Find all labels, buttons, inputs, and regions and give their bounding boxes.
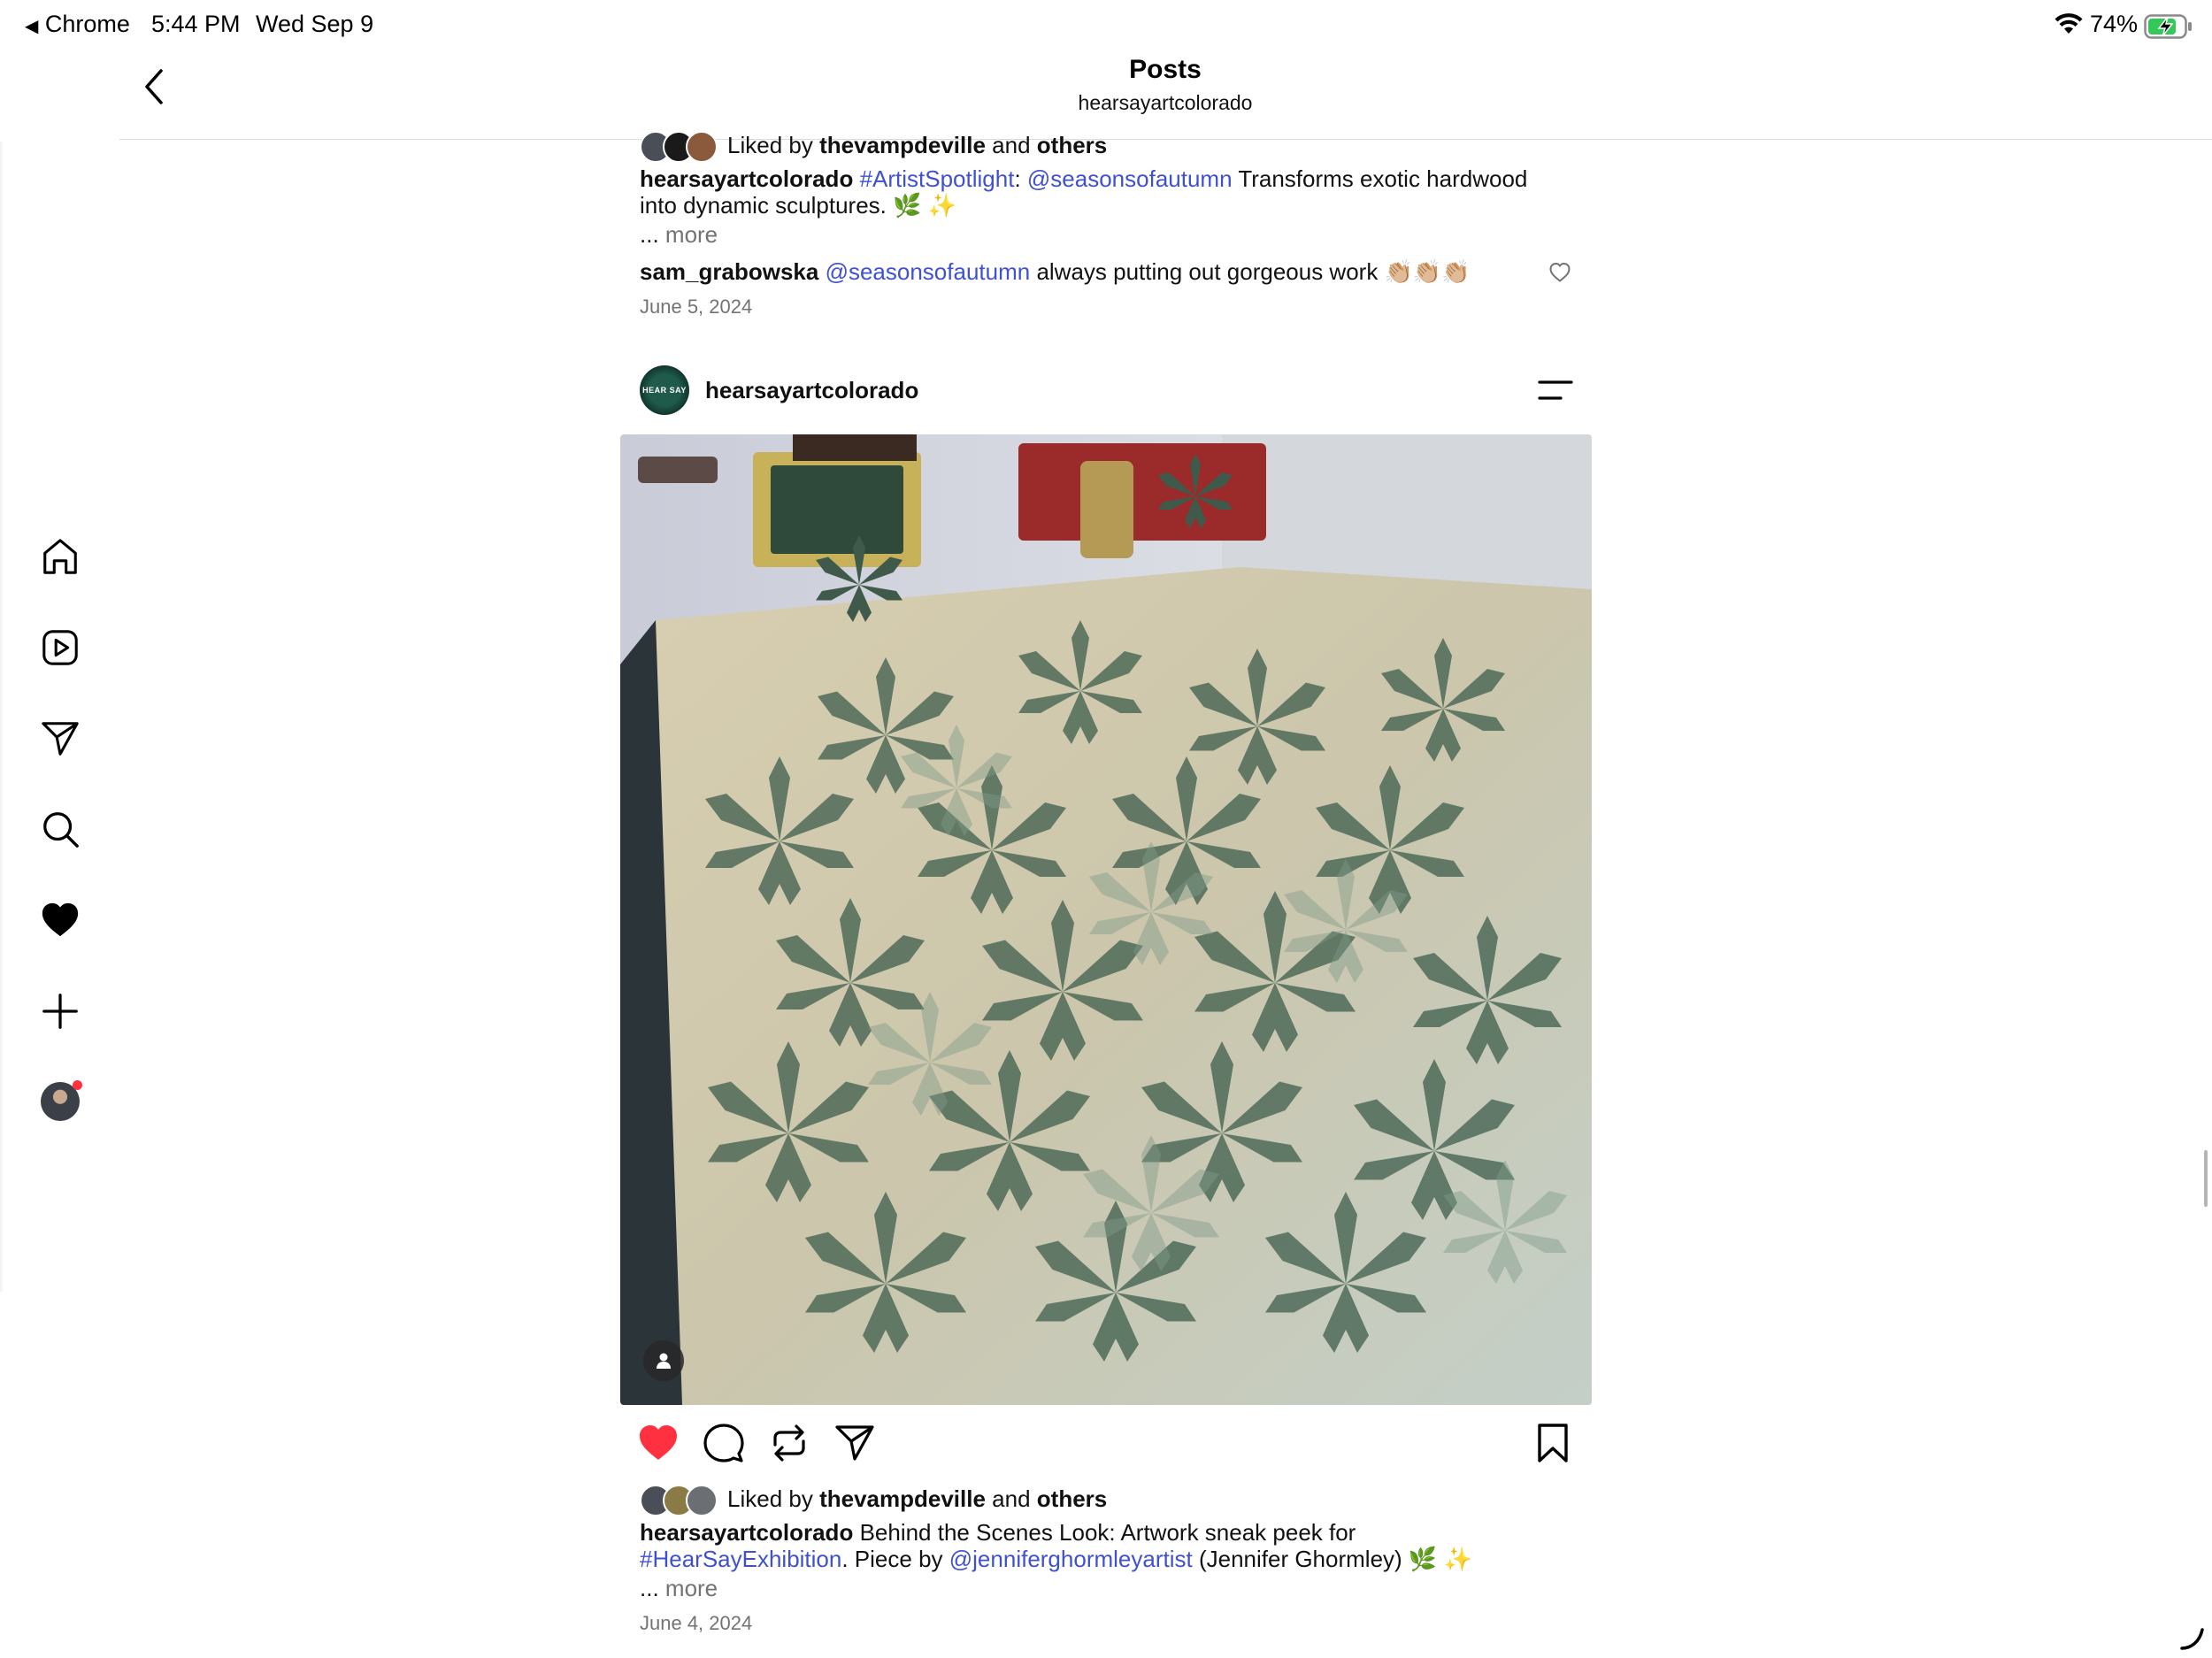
liked-by-others-link[interactable]: others xyxy=(1037,1485,1107,1512)
send-icon xyxy=(42,722,79,756)
leaf-print-artwork xyxy=(620,434,1592,1405)
plus-icon xyxy=(42,994,78,1029)
notification-dot xyxy=(73,1080,82,1090)
reels-icon xyxy=(42,630,78,665)
more-link[interactable]: more xyxy=(665,1575,718,1601)
sidebar-item-search[interactable] xyxy=(39,808,81,850)
save-button[interactable] xyxy=(1532,1422,1574,1469)
caption-more[interactable]: ... more xyxy=(640,1575,718,1602)
comment-like-button[interactable] xyxy=(1549,262,1571,288)
post-date: June 5, 2024 xyxy=(640,296,753,318)
liked-by-user-link[interactable]: thevampdeville xyxy=(819,1485,986,1512)
status-time: 5:44 PM xyxy=(151,11,241,37)
repost-button[interactable] xyxy=(768,1422,810,1469)
sidebar-item-activity[interactable] xyxy=(39,899,81,941)
wifi-icon xyxy=(2055,12,2083,42)
post-options-button[interactable] xyxy=(1538,378,1573,407)
sidebar-edge xyxy=(0,142,4,1292)
caption-line-1: hearsayartcolorado #ArtistSpotlight: @se… xyxy=(640,165,1528,192)
comment-username[interactable]: sam_grabowska xyxy=(640,258,818,285)
like-button[interactable] xyxy=(637,1422,680,1469)
liked-by-text[interactable]: Liked by thevampdeville and others xyxy=(727,1485,1107,1513)
liked-by-avatars xyxy=(640,1485,718,1516)
comment-mention[interactable]: @seasonsofautumn xyxy=(826,258,1031,285)
resize-corner-icon[interactable] xyxy=(2178,1624,2205,1655)
person-icon xyxy=(657,1353,671,1369)
send-icon xyxy=(835,1425,874,1461)
liked-by-text[interactable]: Liked by thevampdeville and others xyxy=(727,132,1107,159)
bookmark-icon xyxy=(1538,1424,1568,1462)
liked-by-avatars xyxy=(640,131,718,163)
post-date: June 4, 2024 xyxy=(640,1612,753,1634)
sidebar-item-messages[interactable] xyxy=(39,718,81,760)
avatar xyxy=(686,131,718,163)
tagged-people-button[interactable] xyxy=(643,1340,684,1381)
battery-percent: 74% xyxy=(2090,11,2139,37)
avatar xyxy=(686,1485,718,1516)
caption-line-2: into dynamic sculptures. 🌿 ✨ xyxy=(640,192,957,219)
more-link[interactable]: more xyxy=(665,221,718,248)
caption-hashtag[interactable]: #HearSayExhibition xyxy=(640,1546,841,1572)
sidebar-item-profile[interactable] xyxy=(39,1080,82,1123)
caption-line-1: hearsayartcolorado Behind the Scenes Loo… xyxy=(640,1519,1356,1546)
sidebar-item-create[interactable] xyxy=(39,990,81,1032)
heart-icon xyxy=(42,902,79,937)
caption-hashtag[interactable]: #ArtistSpotlight xyxy=(860,165,1015,192)
back-triangle-icon: ◀ xyxy=(25,17,39,36)
header-divider xyxy=(119,139,2212,140)
post-author-avatar[interactable]: HEAR SAY xyxy=(640,365,689,415)
caption-mention[interactable]: @seasonsofautumn xyxy=(1027,165,1233,192)
comment: sam_grabowska @seasonsofautumn always pu… xyxy=(640,258,1471,286)
heart-filled-icon xyxy=(640,1425,677,1460)
page-title: Posts xyxy=(1129,55,1202,84)
caption-username[interactable]: hearsayartcolorado xyxy=(640,1519,853,1546)
comment-icon xyxy=(703,1424,744,1462)
scrollbar-thumb[interactable] xyxy=(2204,1150,2208,1207)
heart-outline-icon xyxy=(1549,262,1571,282)
page-subtitle: hearsayartcolorado xyxy=(1078,91,1253,114)
search-icon xyxy=(43,812,79,848)
post-photo[interactable] xyxy=(620,434,1592,1405)
caption-line-2: #HearSayExhibition. Piece by @jennifergh… xyxy=(640,1546,1472,1572)
caption-username[interactable]: hearsayartcolorado xyxy=(640,165,853,192)
post-author-username[interactable]: hearsayartcolorado xyxy=(705,377,918,404)
repost-icon xyxy=(773,1424,805,1462)
sidebar-item-reels[interactable] xyxy=(39,626,81,669)
caption-mention[interactable]: @jenniferghormleyartist xyxy=(949,1546,1193,1572)
comment-button[interactable] xyxy=(703,1422,745,1469)
battery-icon xyxy=(2144,14,2193,43)
home-icon xyxy=(43,539,77,574)
comment-text: always putting out gorgeous work 👏🏼👏🏼👏🏼 xyxy=(1036,258,1471,285)
liked-by-user-link[interactable]: thevampdeville xyxy=(819,132,986,158)
status-date: Wed Sep 9 xyxy=(256,11,374,37)
menu-icon xyxy=(1538,380,1573,400)
liked-by-others-link[interactable]: others xyxy=(1037,132,1107,158)
status-back-to-app[interactable]: ◀ Chrome xyxy=(25,11,130,38)
sidebar-item-home[interactable] xyxy=(39,535,81,578)
share-button[interactable] xyxy=(833,1422,876,1469)
caption-more[interactable]: ... more xyxy=(640,221,718,249)
